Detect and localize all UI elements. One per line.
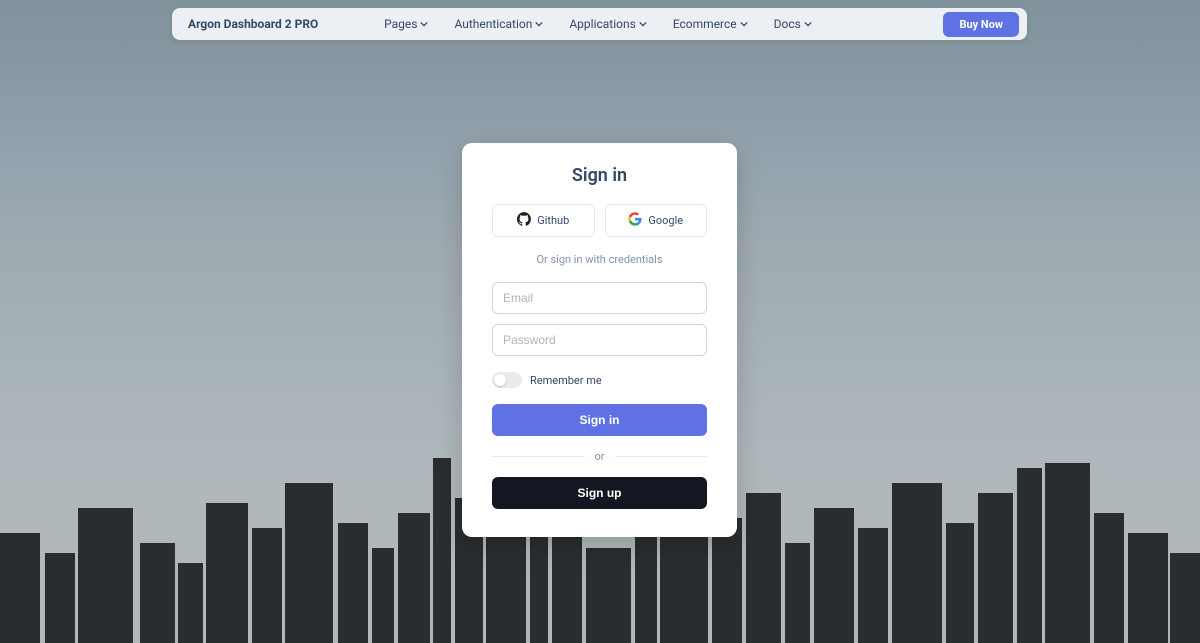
nav-item-ecommerce[interactable]: Ecommerce <box>673 17 748 31</box>
oauth-github-button[interactable]: Github <box>492 204 595 237</box>
oauth-row: Github Google <box>492 204 707 237</box>
chevron-down-icon <box>740 20 748 28</box>
password-field[interactable] <box>492 324 707 356</box>
nav-item-applications[interactable]: Applications <box>569 17 646 31</box>
nav-item-pages[interactable]: Pages <box>384 17 428 31</box>
nav-item-label: Authentication <box>454 17 532 31</box>
buy-now-button[interactable]: Buy Now <box>943 12 1019 37</box>
signup-button[interactable]: Sign up <box>492 477 707 509</box>
email-field[interactable] <box>492 282 707 314</box>
top-navbar: Argon Dashboard 2 PRO Pages Authenticati… <box>172 8 1027 40</box>
remember-label: Remember me <box>530 374 602 387</box>
chevron-down-icon <box>639 20 647 28</box>
chevron-down-icon <box>420 20 428 28</box>
card-title: Sign in <box>492 165 707 186</box>
oauth-github-label: Github <box>537 214 569 227</box>
oauth-google-button[interactable]: Google <box>605 204 708 237</box>
signin-card: Sign in Github Google Or sign in with cr… <box>462 143 737 537</box>
chevron-down-icon <box>804 20 812 28</box>
nav-item-authentication[interactable]: Authentication <box>454 17 543 31</box>
nav-links: Pages Authentication Applications Ecomme… <box>384 17 812 31</box>
nav-item-label: Ecommerce <box>673 17 737 31</box>
credentials-text: Or sign in with credentials <box>492 253 707 266</box>
github-icon <box>517 212 531 229</box>
remember-toggle[interactable] <box>492 372 522 388</box>
nav-item-label: Docs <box>774 17 801 31</box>
divider-label: or <box>595 450 605 463</box>
nav-item-docs[interactable]: Docs <box>774 17 812 31</box>
signin-button[interactable]: Sign in <box>492 404 707 436</box>
brand-title: Argon Dashboard 2 PRO <box>188 17 318 31</box>
oauth-google-label: Google <box>648 214 683 227</box>
google-icon <box>628 212 642 229</box>
chevron-down-icon <box>535 20 543 28</box>
remember-row: Remember me <box>492 372 707 388</box>
divider-or: or <box>492 450 707 463</box>
nav-item-label: Applications <box>569 17 635 31</box>
nav-item-label: Pages <box>384 17 417 31</box>
